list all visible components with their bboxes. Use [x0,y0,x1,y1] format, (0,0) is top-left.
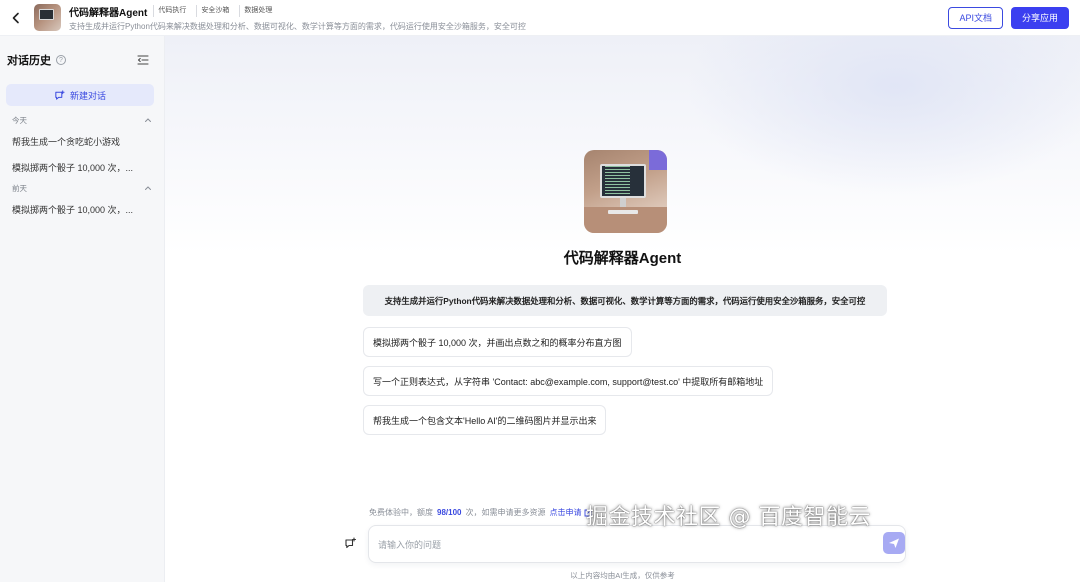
chevron-up-icon[interactable] [144,184,152,192]
chevron-up-icon[interactable] [144,116,152,124]
question-input[interactable] [378,537,818,553]
app-description: 支持生成并运行Python代码来解决数据处理和分析、数据可视化、数学计算等方面的… [69,22,526,31]
new-chat-icon [55,89,65,100]
suggested-question[interactable]: 模拟掷两个骰子 10,000 次，并画出点数之和的概率分布直方图 [363,327,632,357]
quota-count: 98/100 [437,508,462,517]
new-chat-label: 新建对话 [69,90,106,101]
group-label: 前天 [12,183,27,193]
send-icon [889,538,899,548]
history-group-today: 今天 [0,112,164,128]
back-button[interactable] [2,0,30,36]
source-watermark: 掘金技术社区 @ 百度智能云 [586,505,871,530]
ai-disclaimer: 以上内容均由AI生成，仅供参考 [570,571,675,580]
history-item[interactable]: 帮我生成一个贪吃蛇小游戏 [0,128,164,154]
chevron-left-icon [12,12,19,23]
history-sidebar: 对话历史 ? 新建对话 今天 帮我生成一个贪吃蛇小游戏 模拟掷两个骰子 10,0… [0,36,165,582]
app-tag: 数据处理 [239,5,276,17]
history-group-day-before: 前天 [0,180,164,196]
agent-intro: 支持生成并运行Python代码来解决数据处理和分析、数据可视化、数学计算等方面的… [363,285,887,316]
new-chat-button[interactable]: 新建对话 [6,84,154,106]
clear-context-icon[interactable] [343,536,357,550]
share-app-button[interactable]: 分享应用 [1010,6,1069,29]
history-item[interactable]: 模拟掷两个骰子 10,000 次，... [0,154,164,180]
suggested-question[interactable]: 写一个正则表达式，从字符串 'Contact: abc@example.com,… [363,366,774,396]
sidebar-title: 对话历史 [7,55,51,67]
app-name: 代码解释器Agent [69,7,148,19]
app-tag: 安全沙箱 [196,5,233,17]
group-label: 今天 [12,115,27,125]
agent-avatar-image [584,150,667,233]
suggested-question[interactable]: 帮我生成一个包含文本'Hello AI'的二维码图片并显示出来 [363,405,607,435]
apply-link-label: 点击申请 [549,508,582,517]
quota-prefix: 免费体验中，额度 [369,508,433,517]
app-header: 代码解释器Agent 代码执行 安全沙箱 数据处理 支持生成并运行Python代… [0,0,1080,36]
history-item[interactable]: 模拟掷两个骰子 10,000 次，... [0,196,164,222]
quota-suffix: 次，如需申请更多资源 [465,508,546,517]
api-doc-button[interactable]: API文档 [948,6,1003,29]
app-tag: 代码执行 [153,5,190,17]
quota-notice: 免费体验中，额度 98/100 次，如需申请更多资源 点击申请 [369,507,592,518]
agent-title: 代码解释器Agent [563,250,682,267]
app-info: 代码解释器Agent 代码执行 安全沙箱 数据处理 支持生成并运行Python代… [69,3,526,32]
sidebar-header: 对话历史 ? [0,36,164,84]
sidebar-collapse-icon[interactable] [137,54,149,66]
question-circle-icon[interactable]: ? [56,55,66,65]
send-button[interactable] [883,532,905,554]
header-actions: API文档 分享应用 [948,6,1069,29]
app-avatar [34,4,61,31]
